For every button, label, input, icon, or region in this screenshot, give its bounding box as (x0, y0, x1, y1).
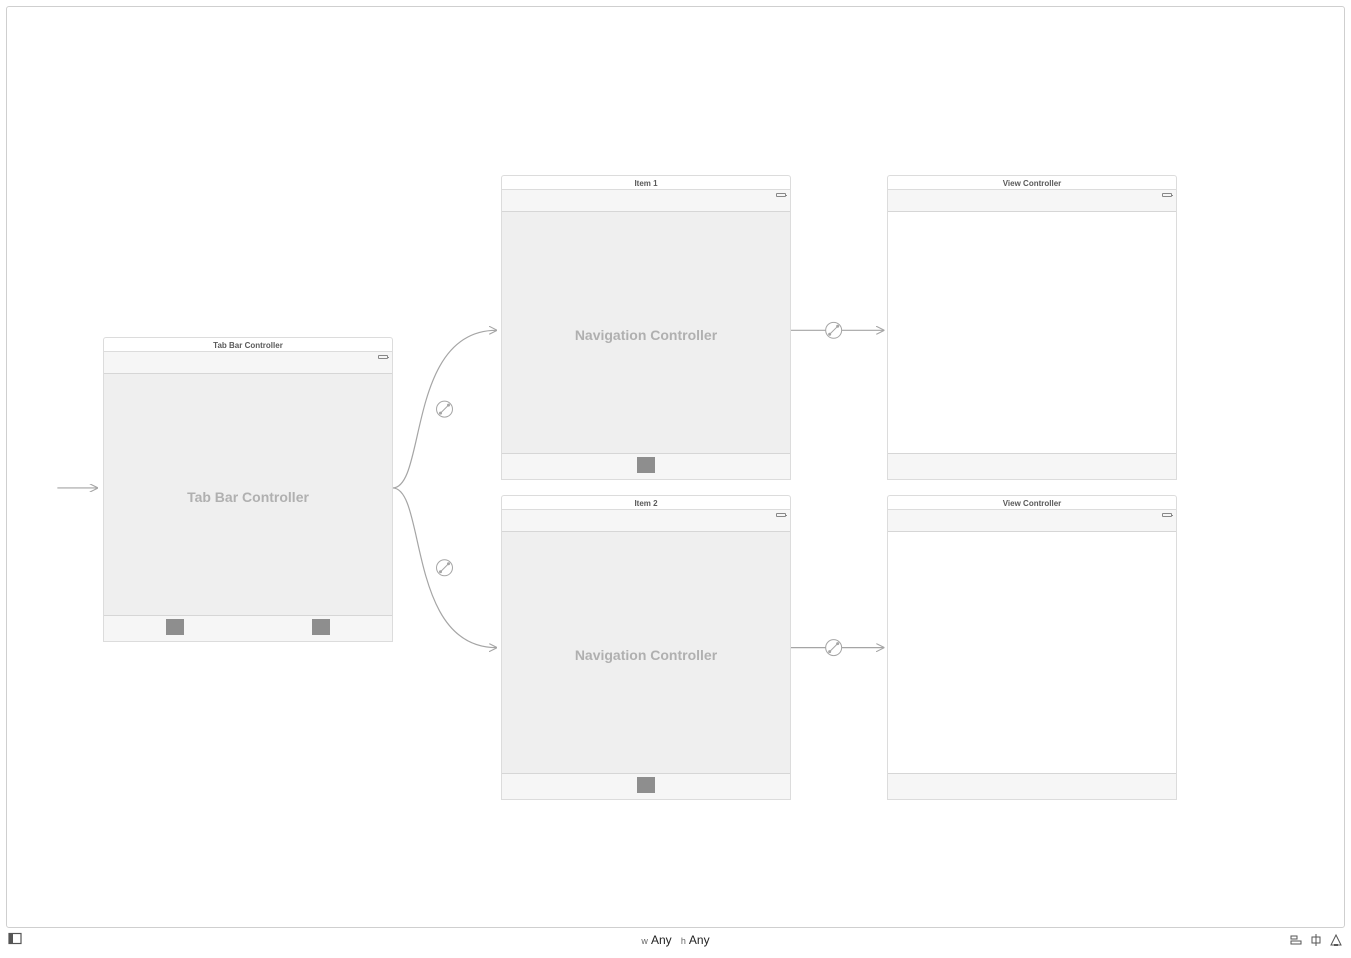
scene-body[interactable]: Navigation Controller (501, 510, 791, 800)
tab-item-placeholder[interactable] (637, 777, 655, 793)
resolve-issues-icon[interactable] (1329, 933, 1343, 947)
tab-bar (502, 453, 790, 479)
battery-icon (776, 193, 786, 197)
document-outline-toggle[interactable] (8, 932, 22, 949)
navigation-bar (502, 510, 790, 532)
size-class-control[interactable]: w Any h Any (641, 933, 709, 947)
scene-navigation-controller-1[interactable]: Item 1 Navigation Controller (501, 175, 791, 480)
navigation-bar (888, 510, 1176, 532)
battery-icon (1162, 193, 1172, 197)
storyboard-canvas[interactable]: Tab Bar Controller Tab Bar Controller It… (6, 6, 1345, 928)
size-class-h-value: Any (689, 933, 710, 947)
bottom-toolbar: w Any h Any (6, 928, 1345, 952)
scene-body[interactable]: Tab Bar Controller (103, 352, 393, 642)
tab-bar (502, 773, 790, 799)
placeholder-label: Tab Bar Controller (104, 489, 392, 505)
tab-bar (888, 773, 1176, 799)
scene-view-controller-1[interactable]: View Controller (887, 175, 1177, 480)
scene-title[interactable]: Item 1 (501, 175, 791, 190)
scene-tab-bar-controller[interactable]: Tab Bar Controller Tab Bar Controller (103, 337, 393, 642)
scene-title[interactable]: Tab Bar Controller (103, 337, 393, 352)
size-class-h-prefix: h (681, 936, 686, 946)
tab-item-placeholder[interactable] (166, 619, 184, 635)
navigation-bar (888, 190, 1176, 212)
tab-bar (104, 615, 392, 641)
align-icon[interactable] (1289, 933, 1303, 947)
status-bar (104, 352, 392, 374)
scene-title[interactable]: View Controller (887, 175, 1177, 190)
pin-icon[interactable] (1309, 933, 1323, 947)
size-class-w-prefix: w (641, 936, 648, 946)
scene-title[interactable]: View Controller (887, 495, 1177, 510)
scene-navigation-controller-2[interactable]: Item 2 Navigation Controller (501, 495, 791, 800)
scene-title[interactable]: Item 2 (501, 495, 791, 510)
tab-item-placeholder[interactable] (637, 457, 655, 473)
scene-view-controller-2[interactable]: View Controller (887, 495, 1177, 800)
placeholder-label: Navigation Controller (502, 647, 790, 663)
scene-body[interactable] (887, 510, 1177, 800)
scene-body[interactable] (887, 190, 1177, 480)
battery-icon (776, 513, 786, 517)
navigation-bar (502, 190, 790, 212)
size-class-w-value: Any (651, 933, 672, 947)
scene-body[interactable]: Navigation Controller (501, 190, 791, 480)
tab-item-placeholder[interactable] (312, 619, 330, 635)
battery-icon (378, 355, 388, 359)
placeholder-label: Navigation Controller (502, 327, 790, 343)
tab-bar (888, 453, 1176, 479)
panel-icon (8, 932, 22, 946)
battery-icon (1162, 513, 1172, 517)
